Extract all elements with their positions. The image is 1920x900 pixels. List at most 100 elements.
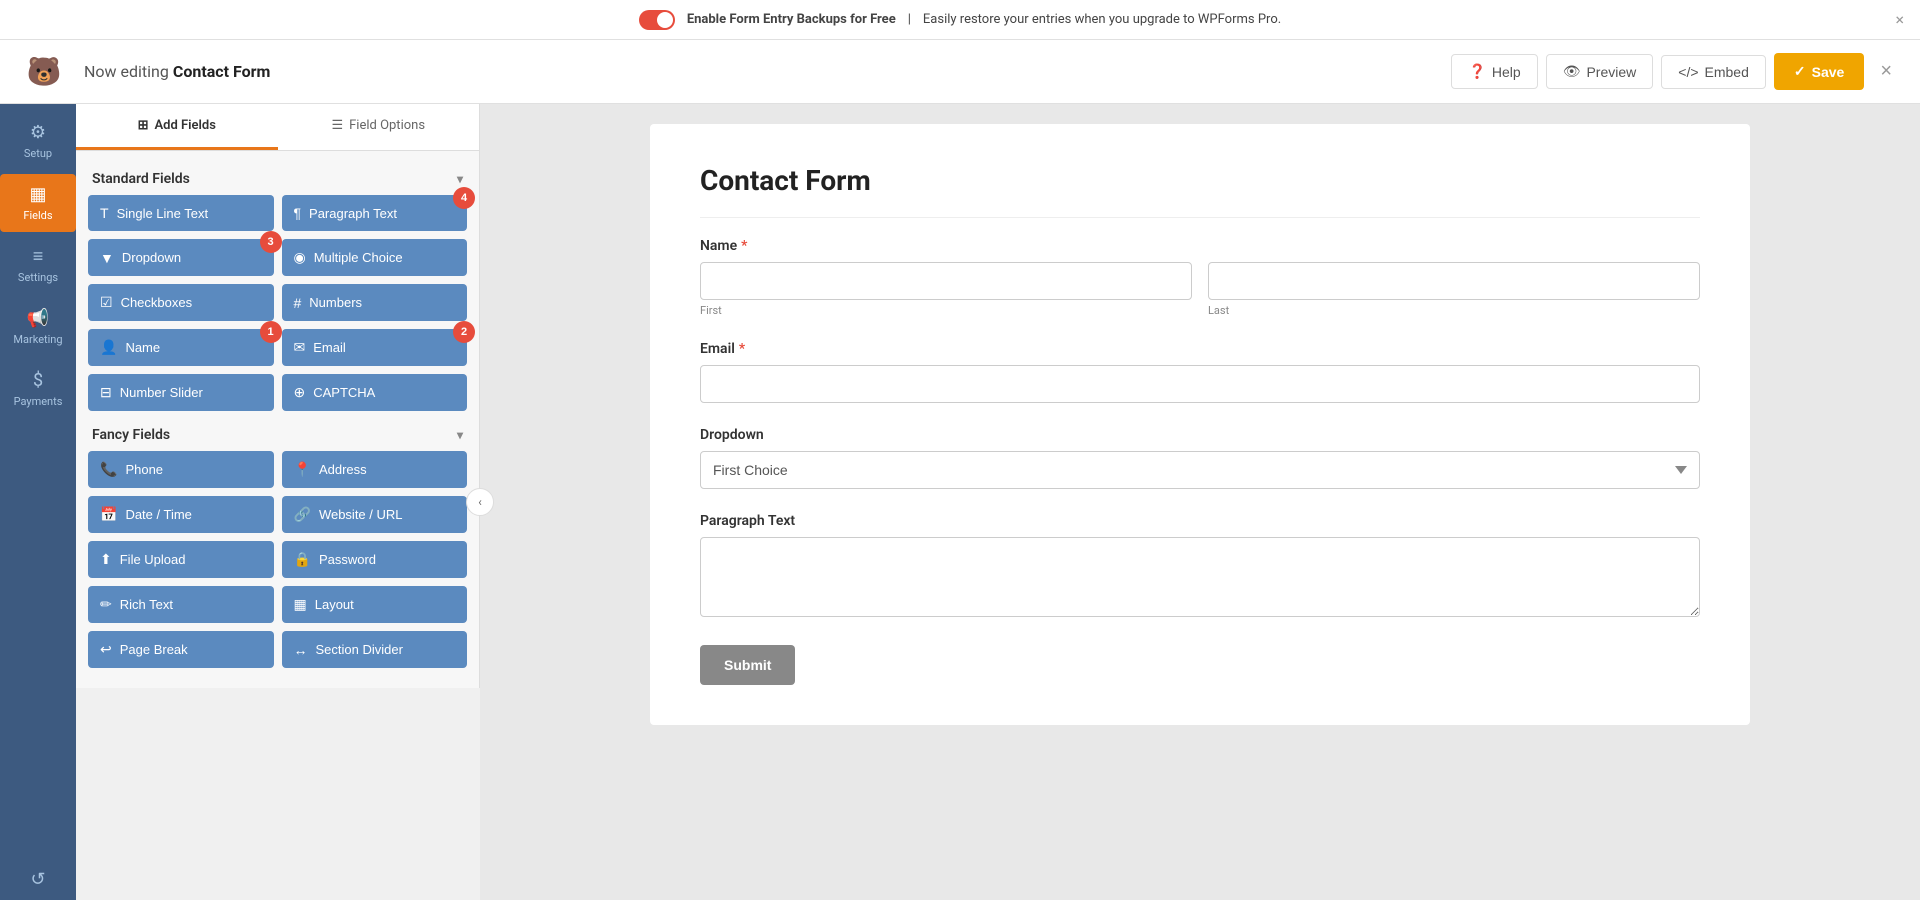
save-button[interactable]: ✓ Save [1774, 53, 1864, 90]
rich-text-icon: ✏ [100, 596, 112, 613]
field-btn-checkboxes[interactable]: ☑ Checkboxes [88, 284, 274, 321]
backup-description: Easily restore your entries when you upg… [923, 12, 1281, 27]
panel-collapse-button[interactable]: ‹ [466, 488, 494, 516]
address-icon: 📍 [294, 461, 311, 478]
sidebar-item-payments[interactable]: $ Payments [0, 360, 76, 418]
number-slider-icon: ⊟ [100, 384, 112, 401]
address-label: Address [319, 462, 367, 477]
email-badge: 2 [453, 321, 475, 343]
fancy-fields-header[interactable]: Fancy Fields ▾ [88, 419, 467, 451]
sidebar-item-settings[interactable]: ≡ Settings [0, 236, 76, 294]
toggle-backups[interactable] [639, 10, 675, 30]
dropdown-select[interactable]: First Choice [700, 451, 1700, 489]
field-btn-date-time[interactable]: 📅 Date / Time [88, 496, 274, 533]
name-first-sublabel: First [700, 304, 1192, 317]
embed-button[interactable]: </> Embed [1661, 55, 1766, 89]
layout-label: Layout [315, 597, 354, 612]
setup-label: Setup [24, 147, 52, 160]
save-icon: ✓ [1794, 63, 1806, 80]
sidebar-nav: ⚙ Setup ▦ Fields ≡ Settings 📢 Marketing … [0, 104, 76, 900]
password-label: Password [319, 552, 376, 567]
email-input[interactable] [700, 365, 1700, 403]
logo: 🐻 [20, 48, 68, 96]
embed-icon: </> [1678, 64, 1698, 80]
field-btn-section-divider[interactable]: ↔ Section Divider [282, 631, 468, 668]
payments-label: Payments [14, 395, 63, 408]
phone-icon: 📞 [100, 461, 117, 478]
dropdown-field-group: Dropdown First Choice [700, 427, 1700, 489]
sidebar-item-revisions[interactable]: ↺ [0, 859, 76, 900]
name-last-input[interactable] [1208, 262, 1700, 300]
field-btn-dropdown[interactable]: ▼ Dropdown 3 [88, 239, 274, 276]
multiple-choice-label: Multiple Choice [314, 250, 403, 265]
field-btn-multiple-choice[interactable]: ◉ Multiple Choice [282, 239, 468, 276]
rich-text-label: Rich Text [120, 597, 173, 612]
date-time-label: Date / Time [125, 507, 191, 522]
field-btn-phone[interactable]: 📞 Phone [88, 451, 274, 488]
name-first-wrapper: First [700, 262, 1192, 317]
standard-fields-chevron: ▾ [457, 172, 463, 186]
field-btn-email[interactable]: ✉ Email 2 [282, 329, 468, 366]
form-title: Contact Form [700, 164, 1700, 218]
field-btn-password[interactable]: 🔒 Password [282, 541, 468, 578]
website-url-icon: 🔗 [294, 506, 311, 523]
field-btn-number-slider[interactable]: ⊟ Number Slider [88, 374, 274, 411]
dropdown-field-label: Dropdown [700, 427, 1700, 443]
header-actions: ❓ Help 👁 Preview </> Embed ✓ Save × [1451, 53, 1900, 90]
single-line-text-label: Single Line Text [117, 206, 209, 221]
multiple-choice-icon: ◉ [294, 249, 306, 266]
backup-toggle-label: Enable Form Entry Backups for Free [687, 12, 896, 27]
settings-label: Settings [18, 271, 58, 284]
name-field-group: Name * First Last [700, 238, 1700, 317]
form-card: Contact Form Name * First Last [650, 124, 1750, 725]
field-btn-page-break[interactable]: ↩ Page Break [88, 631, 274, 668]
field-btn-website-url[interactable]: 🔗 Website / URL [282, 496, 468, 533]
page-break-icon: ↩ [100, 641, 112, 658]
fields-icon: ▦ [29, 184, 46, 205]
name-icon: 👤 [100, 339, 117, 356]
name-last-sublabel: Last [1208, 304, 1700, 317]
preview-button[interactable]: 👁 Preview [1546, 54, 1654, 89]
standard-fields-header[interactable]: Standard Fields ▾ [88, 163, 467, 195]
website-url-label: Website / URL [319, 507, 403, 522]
email-field-label: Email * [700, 341, 1700, 357]
notification-close-icon[interactable]: × [1895, 10, 1904, 29]
field-btn-name[interactable]: 👤 Name 1 [88, 329, 274, 366]
field-btn-layout[interactable]: ▦ Layout [282, 586, 468, 623]
tab-add-fields[interactable]: ⊞ Add Fields [76, 104, 278, 150]
sidebar-item-marketing[interactable]: 📢 Marketing [0, 298, 76, 356]
help-button[interactable]: ❓ Help [1451, 54, 1537, 89]
field-btn-file-upload[interactable]: ⬆ File Upload [88, 541, 274, 578]
field-btn-numbers[interactable]: # Numbers [282, 284, 468, 321]
email-icon: ✉ [294, 339, 306, 356]
preview-label: Preview [1586, 64, 1636, 80]
paragraph-text-label: Paragraph Text [309, 206, 397, 221]
field-btn-paragraph-text[interactable]: ¶ Paragraph Text 4 [282, 195, 468, 231]
section-divider-label: Section Divider [316, 642, 403, 657]
fields-panel: ⊞ Add Fields ☰ Field Options Standard Fi… [76, 104, 480, 688]
field-btn-single-line-text[interactable]: T Single Line Text [88, 195, 274, 231]
submit-button[interactable]: Submit [700, 645, 795, 685]
paragraph-text-icon: ¶ [294, 205, 302, 221]
field-btn-rich-text[interactable]: ✏ Rich Text [88, 586, 274, 623]
name-required-star: * [741, 238, 747, 254]
paragraph-textarea[interactable] [700, 537, 1700, 617]
panel-content: Standard Fields ▾ T Single Line Text ¶ P… [76, 151, 479, 688]
notification-bar: Enable Form Entry Backups for Free | Eas… [0, 0, 1920, 40]
name-last-wrapper: Last [1208, 262, 1700, 317]
field-btn-captcha[interactable]: ⊕ CAPTCHA [282, 374, 468, 411]
revisions-icon: ↺ [30, 869, 45, 890]
paragraph-text-badge: 4 [453, 187, 475, 209]
sidebar-item-setup[interactable]: ⚙ Setup [0, 112, 76, 170]
field-btn-address[interactable]: 📍 Address [282, 451, 468, 488]
email-field-group: Email * [700, 341, 1700, 403]
close-editor-button[interactable]: × [1872, 56, 1900, 87]
tab-field-options[interactable]: ☰ Field Options [278, 104, 480, 150]
panel-tabs: ⊞ Add Fields ☰ Field Options [76, 104, 479, 151]
name-label: Name [125, 340, 160, 355]
numbers-icon: # [294, 295, 302, 311]
name-first-input[interactable] [700, 262, 1192, 300]
sidebar-item-fields[interactable]: ▦ Fields [0, 174, 76, 232]
marketing-label: Marketing [13, 333, 62, 346]
add-fields-icon: ⊞ [138, 118, 149, 133]
